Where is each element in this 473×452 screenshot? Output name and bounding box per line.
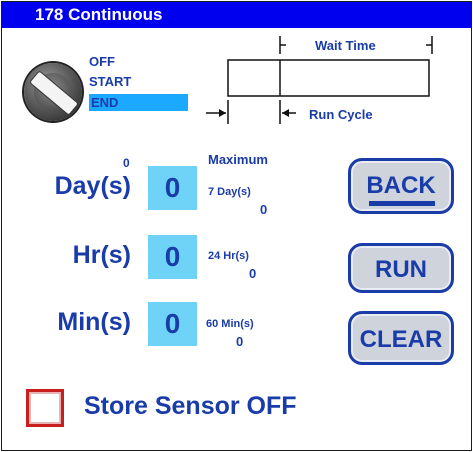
store-sensor-label: Store Sensor OFF — [84, 392, 297, 420]
hours-max-value: 0 — [249, 266, 257, 281]
minutes-max-value: 0 — [236, 334, 244, 349]
days-label: Day(s) — [54, 172, 131, 200]
rotary-switch-icon[interactable] — [24, 63, 82, 121]
mode-option-off[interactable]: OFF — [89, 53, 115, 70]
days-value-field[interactable]: 0 — [148, 166, 197, 210]
hours-value-field[interactable]: 0 — [148, 235, 197, 279]
back-button-underline — [369, 201, 435, 206]
wait-time-label: Wait Time — [315, 38, 376, 53]
title-bar: 178 Continuous — [2, 2, 471, 28]
clear-button[interactable]: CLEAR — [348, 311, 454, 365]
days-max-label: 7 Day(s) — [208, 186, 251, 198]
mode-option-start[interactable]: START — [89, 73, 131, 90]
minutes-label: Min(s) — [57, 308, 131, 336]
hours-max-label: 24 Hr(s) — [208, 250, 249, 262]
total-count: 0 — [123, 156, 130, 170]
minutes-value-field[interactable]: 0 — [148, 302, 197, 346]
store-sensor-checkbox[interactable] — [26, 389, 64, 427]
hours-label: Hr(s) — [72, 241, 131, 269]
minutes-max-label: 60 Min(s) — [206, 318, 254, 330]
maximum-label: Maximum — [208, 152, 268, 167]
run-cycle-label: Run Cycle — [309, 107, 373, 122]
days-max-value: 0 — [260, 202, 268, 217]
run-button[interactable]: RUN — [348, 243, 454, 293]
mode-option-end[interactable]: END — [89, 94, 188, 111]
